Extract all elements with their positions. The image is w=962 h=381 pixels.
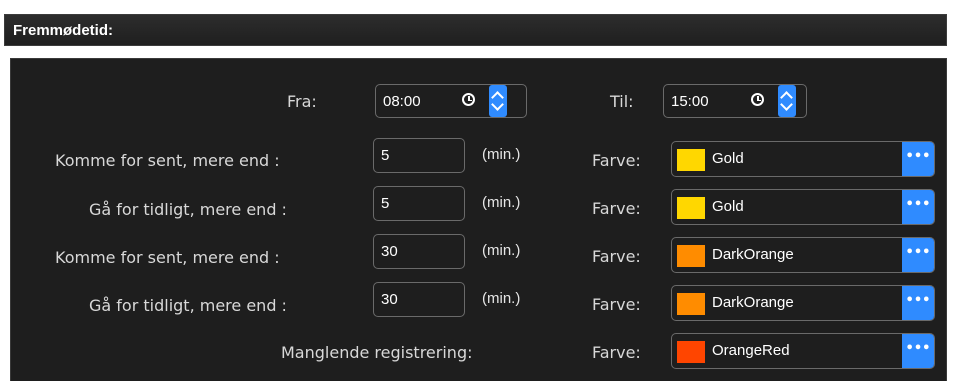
to-label: Til: — [610, 92, 634, 111]
color-label: Farve: — [592, 343, 641, 362]
late-arrival-color-picker[interactable]: Gold ••• — [671, 141, 935, 177]
minutes-unit: (min.) — [482, 242, 521, 259]
late-arrival-minutes-value: 5 — [381, 147, 390, 164]
minutes-unit: (min.) — [482, 194, 521, 211]
to-time-picker[interactable]: 15:00 — [663, 84, 807, 118]
color-name: Gold — [712, 150, 744, 167]
from-label: Fra: — [287, 92, 317, 111]
late-arrival-minutes-input[interactable]: 5 — [373, 138, 465, 173]
settings-body: Fra: 08:00 Til: 15:00 Komme for sent, me… — [10, 58, 947, 381]
more-options-icon[interactable]: ••• — [902, 238, 934, 272]
color-label: Farve: — [592, 247, 641, 266]
from-time-picker[interactable]: 08:00 — [375, 84, 527, 118]
early-leave-minutes-value: 5 — [381, 195, 390, 212]
from-time-value: 08:00 — [383, 93, 421, 110]
to-time-value: 15:00 — [671, 93, 709, 110]
color-swatch — [677, 341, 705, 363]
color-name: DarkOrange — [712, 246, 794, 263]
color-swatch — [677, 293, 705, 315]
clock-icon — [751, 93, 764, 106]
attendance-time-panel: Fremmødetid: Fra: 08:00 Til: 15:00 Komme… — [0, 14, 947, 381]
missing-registration-color-picker[interactable]: OrangeRed ••• — [671, 333, 935, 369]
section-title: Fremmødetid: — [13, 22, 114, 39]
early-leave-minutes-input-2[interactable]: 30 — [373, 282, 465, 317]
early-leave-color-picker[interactable]: Gold ••• — [671, 189, 935, 225]
to-time-spinner[interactable] — [778, 85, 796, 117]
more-options-icon[interactable]: ••• — [902, 286, 934, 320]
minutes-unit: (min.) — [482, 290, 521, 307]
late-arrival-color-picker-2[interactable]: DarkOrange ••• — [671, 237, 935, 273]
clock-icon — [462, 93, 475, 106]
section-header: Fremmødetid: — [4, 14, 947, 46]
early-leave-label: Gå for tidligt, mere end : — [89, 200, 287, 219]
color-name: OrangeRed — [712, 342, 790, 359]
late-arrival-label-2: Komme for sent, mere end : — [55, 248, 280, 267]
late-arrival-label: Komme for sent, mere end : — [55, 151, 280, 170]
early-leave-minutes-input[interactable]: 5 — [373, 186, 465, 221]
color-swatch — [677, 149, 705, 171]
early-leave-color-picker-2[interactable]: DarkOrange ••• — [671, 285, 935, 321]
color-swatch — [677, 245, 705, 267]
late-arrival-minutes-value-2: 30 — [381, 243, 398, 260]
color-swatch — [677, 197, 705, 219]
color-label: Farve: — [592, 295, 641, 314]
missing-registration-label: Manglende registrering: — [281, 343, 473, 362]
color-name: DarkOrange — [712, 294, 794, 311]
minutes-unit: (min.) — [482, 146, 521, 163]
from-time-spinner[interactable] — [489, 85, 507, 117]
more-options-icon[interactable]: ••• — [902, 334, 934, 368]
color-label: Farve: — [592, 199, 641, 218]
color-label: Farve: — [592, 151, 641, 170]
early-leave-minutes-value-2: 30 — [381, 291, 398, 308]
late-arrival-minutes-input-2[interactable]: 30 — [373, 234, 465, 269]
color-name: Gold — [712, 198, 744, 215]
early-leave-label-2: Gå for tidligt, mere end : — [89, 296, 287, 315]
more-options-icon[interactable]: ••• — [902, 190, 934, 224]
more-options-icon[interactable]: ••• — [902, 142, 934, 176]
